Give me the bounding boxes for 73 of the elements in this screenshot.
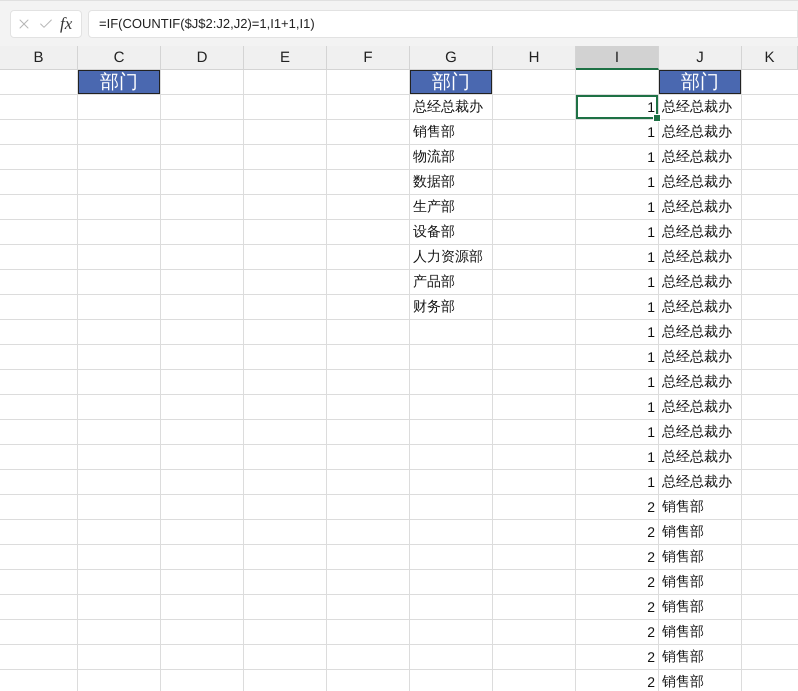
table-cell-text: 1 xyxy=(646,273,656,292)
table-cell-text: 销售部 xyxy=(412,122,456,141)
table-cell-text: 人力资源部 xyxy=(412,247,484,266)
table-cell-text: 2 xyxy=(646,548,656,567)
column-header[interactable]: B xyxy=(0,46,78,70)
table-cell-text: 物流部 xyxy=(412,147,456,166)
column-header[interactable]: J xyxy=(659,46,742,70)
table-cell-text: 2 xyxy=(646,573,656,592)
column-header[interactable]: F xyxy=(327,46,410,70)
table-cell-text: 总经总裁办 xyxy=(661,372,733,391)
table-cell-text: 总经总裁办 xyxy=(661,472,733,491)
table-cell-text: 1 xyxy=(646,473,656,492)
table-cell-text: 总经总裁办 xyxy=(661,172,733,191)
table-cell-text: 总经总裁办 xyxy=(661,322,733,341)
column-header[interactable]: K xyxy=(742,46,798,70)
table-cell-text: 1 xyxy=(646,448,656,467)
table-cell-text: 总经总裁办 xyxy=(661,447,733,466)
table-cell-text: 总经总裁办 xyxy=(661,422,733,441)
table-cell-text: 2 xyxy=(646,598,656,617)
column-header[interactable]: C xyxy=(78,46,161,70)
table-cell-text: 销售部 xyxy=(661,672,705,691)
table-cell-text: 2 xyxy=(646,648,656,667)
table-cell-text: 1 xyxy=(646,223,656,242)
table-cell-text: 总经总裁办 xyxy=(661,247,733,266)
table-cell-text: 2 xyxy=(646,523,656,542)
table-cell-text: 2 xyxy=(646,673,656,691)
table-cell-text: 销售部 xyxy=(661,597,705,616)
table-cell-text: 销售部 xyxy=(661,622,705,641)
column-header[interactable]: H xyxy=(493,46,576,70)
table-cell-text: 1 xyxy=(646,423,656,442)
table-cell-text: 1 xyxy=(646,248,656,267)
table-cell-text: 1 xyxy=(646,398,656,417)
table-cell-text: 总经总裁办 xyxy=(661,222,733,241)
table-cell-text: 设备部 xyxy=(412,222,456,241)
table-cell-text: 销售部 xyxy=(661,497,705,516)
table-cell-text: 销售部 xyxy=(661,572,705,591)
table-cell-text: 总经总裁办 xyxy=(412,97,484,116)
column-header[interactable]: E xyxy=(244,46,327,70)
table-cell: 1 xyxy=(576,95,658,119)
header-cell: 部门 xyxy=(78,70,160,94)
table-cell-text: 生产部 xyxy=(412,197,456,216)
header-cell: 部门 xyxy=(659,70,741,94)
table-cell-text: 销售部 xyxy=(661,647,705,666)
table-cell-text: 总经总裁办 xyxy=(661,122,733,141)
table-cell-text: 数据部 xyxy=(412,172,456,191)
header-cell: 部门 xyxy=(410,70,492,94)
table-cell-text: 总经总裁办 xyxy=(661,97,733,116)
table-cell-text: 1 xyxy=(646,298,656,317)
column-header[interactable]: G xyxy=(410,46,493,70)
function-button[interactable]: fx xyxy=(60,14,72,34)
table-cell-text: 1 xyxy=(646,148,656,167)
formula-field[interactable]: =IF(COUNTIF($J$2:J2,J2)=1,I1+1,I1) xyxy=(88,10,798,38)
table-cell-text: 销售部 xyxy=(661,547,705,566)
table-cell-text: 2 xyxy=(646,623,656,642)
table-cell-text: 1 xyxy=(646,123,656,142)
table-cell-text: 产品部 xyxy=(412,272,456,291)
table-cell-text: 财务部 xyxy=(412,297,456,316)
table-cell-text: 总经总裁办 xyxy=(661,347,733,366)
table-cell-text: 1 xyxy=(646,373,656,392)
table-cell-text: 总经总裁办 xyxy=(661,272,733,291)
table-cell-text: 总经总裁办 xyxy=(661,197,733,216)
table-cell-text: 1 xyxy=(646,173,656,192)
table-cell-text: 1 xyxy=(646,323,656,342)
table-cell-text: 1 xyxy=(646,348,656,367)
table-cell-text: 总经总裁办 xyxy=(661,147,733,166)
table-cell-text: 1 xyxy=(646,198,656,217)
table-cell-text: 2 xyxy=(646,498,656,517)
fill-handle[interactable] xyxy=(653,114,661,122)
column-header[interactable]: I xyxy=(576,46,659,70)
table-cell-text: 总经总裁办 xyxy=(661,397,733,416)
column-header[interactable]: D xyxy=(161,46,244,70)
table-cell-text: 销售部 xyxy=(661,522,705,541)
table-cell-text: 总经总裁办 xyxy=(661,297,733,316)
